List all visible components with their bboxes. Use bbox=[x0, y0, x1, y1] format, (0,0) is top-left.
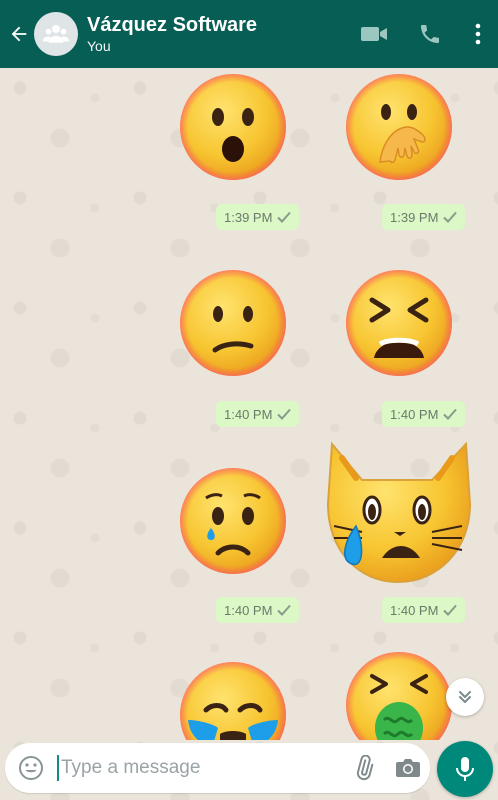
voice-record-button[interactable] bbox=[437, 741, 493, 797]
kebab-menu-icon bbox=[475, 23, 481, 45]
sticker-tired-face[interactable] bbox=[344, 268, 454, 378]
video-camera-icon bbox=[361, 27, 387, 41]
scroll-to-bottom-button[interactable] bbox=[446, 678, 484, 716]
double-chevron-down-icon bbox=[459, 691, 471, 703]
message-time-4: 1:40 PM bbox=[382, 401, 466, 427]
sad-but-relieved-face-icon bbox=[180, 468, 286, 574]
crying-cat-face-icon bbox=[326, 441, 472, 584]
sent-check-icon bbox=[277, 211, 292, 223]
sticker-sad-relieved-face[interactable] bbox=[178, 466, 288, 576]
microphone-icon bbox=[456, 757, 474, 781]
voice-call-button[interactable] bbox=[402, 0, 458, 68]
message-time-3: 1:40 PM bbox=[216, 401, 300, 427]
chat-subtitle: You bbox=[87, 38, 111, 54]
chat-title: Vázquez Software bbox=[87, 14, 258, 36]
sent-check-icon bbox=[443, 604, 458, 616]
message-time-5: 1:40 PM bbox=[216, 597, 300, 623]
sticker-hand-over-mouth[interactable] bbox=[344, 72, 454, 182]
tired-face-icon bbox=[346, 270, 452, 376]
confused-face-icon bbox=[180, 270, 286, 376]
emoji-button[interactable] bbox=[5, 743, 57, 793]
message-input[interactable] bbox=[57, 755, 342, 781]
back-arrow-icon[interactable] bbox=[4, 0, 34, 68]
sticker-confused-face[interactable] bbox=[178, 268, 288, 378]
message-composer bbox=[5, 743, 430, 793]
loudly-crying-face-icon bbox=[180, 662, 286, 740]
sent-check-icon bbox=[443, 408, 458, 420]
phone-icon bbox=[421, 25, 439, 43]
sticker-crying-cat-face[interactable] bbox=[322, 440, 472, 590]
vomiting-face-icon bbox=[346, 652, 452, 740]
sent-check-icon bbox=[277, 408, 292, 420]
chat-header: Vázquez Software You bbox=[0, 0, 498, 68]
message-time-2: 1:39 PM bbox=[382, 204, 466, 230]
sent-check-icon bbox=[277, 604, 292, 616]
hushed-face-icon bbox=[180, 74, 286, 180]
group-icon bbox=[42, 25, 70, 43]
video-call-button[interactable] bbox=[346, 0, 402, 68]
sent-check-icon bbox=[443, 211, 458, 223]
sticker-hushed-face[interactable] bbox=[178, 72, 288, 182]
paperclip-icon bbox=[356, 755, 374, 781]
attach-button[interactable] bbox=[342, 743, 386, 793]
group-avatar[interactable] bbox=[34, 12, 78, 56]
sticker-loudly-crying-face[interactable] bbox=[178, 660, 288, 740]
camera-icon bbox=[396, 759, 420, 777]
message-time-6: 1:40 PM bbox=[382, 597, 466, 623]
chat-title-block[interactable]: Vázquez Software You bbox=[87, 13, 346, 55]
more-options-button[interactable] bbox=[458, 0, 498, 68]
face-with-hand-over-mouth-icon bbox=[346, 74, 452, 180]
message-time-1: 1:39 PM bbox=[216, 204, 300, 230]
smiley-icon bbox=[19, 756, 43, 780]
sticker-vomiting-face[interactable] bbox=[344, 650, 454, 740]
camera-button[interactable] bbox=[386, 743, 430, 793]
